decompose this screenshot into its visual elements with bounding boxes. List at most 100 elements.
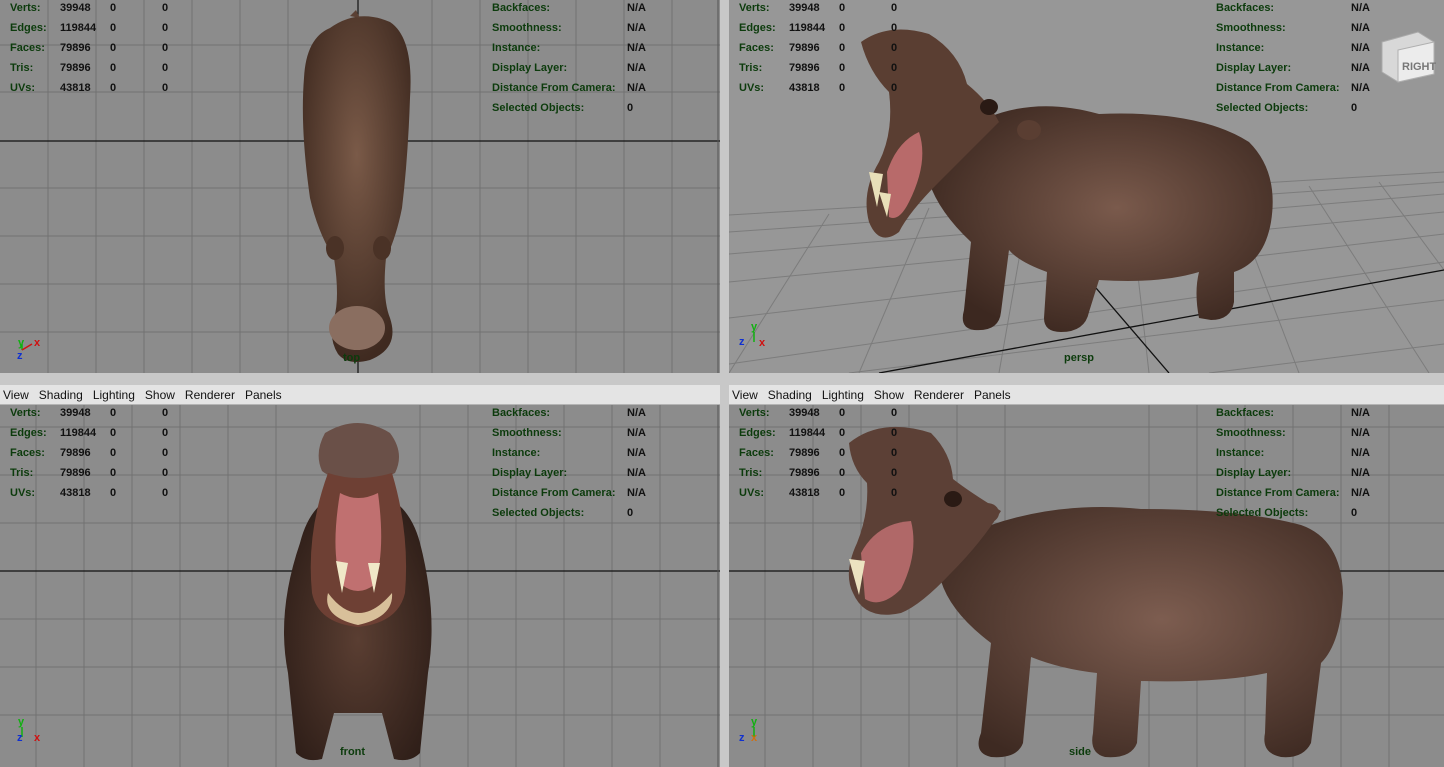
detail-value: N/A [1351,62,1370,74]
hippo-model-front[interactable] [270,413,445,767]
axis-y-label: y [751,716,758,728]
menu-panels[interactable]: Panels [245,388,282,402]
object-details-hud: Backfaces: N/A Smoothness: N/A Instance: N/… [492,407,646,527]
menu-view[interactable]: View [3,388,29,402]
detail-value: N/A [1351,487,1370,499]
detail-value: N/A [1351,447,1370,459]
viewport-pane-front[interactable]: View Shading Lighting Show Renderer Pane… [0,385,720,767]
stat-value: 0 [110,42,117,54]
menu-shading[interactable]: Shading [39,388,83,402]
stat-value: 0 [162,62,169,74]
axis-gizmo: y x z [14,330,54,370]
detail-label: Smoothness: [1216,22,1286,34]
stat-label: Faces: [739,42,774,54]
poly-count-hud: Verts: 39948 0 0 Edges: 119844 0 0 Faces: 79896… [10,407,214,507]
hippo-model-top[interactable] [290,8,425,368]
detail-value: N/A [627,82,646,94]
stat-value: 79896 [789,62,820,74]
detail-label: Backfaces: [1216,2,1275,14]
menu-show[interactable]: Show [145,388,175,402]
menu-renderer[interactable]: Renderer [185,388,235,402]
axis-gizmo: y z x [14,713,54,753]
stat-value: 0 [891,42,898,54]
detail-value: N/A [627,427,646,439]
stat-label: Verts: [739,407,770,419]
menu-view[interactable]: View [732,388,758,402]
stat-label: Faces: [739,447,774,459]
axis-x-label: x [34,337,41,349]
menu-show[interactable]: Show [874,388,904,402]
detail-label: Smoothness: [492,427,562,439]
stat-value: 0 [110,427,117,439]
stat-label: Edges: [739,427,776,439]
stat-value: 0 [839,82,846,94]
stat-value: 119844 [789,427,826,439]
stat-label: UVs: [10,82,36,94]
stat-label: Faces: [10,447,45,459]
viewport-pane-side[interactable]: View Shading Lighting Show Renderer Pane… [729,385,1444,767]
stat-value: 0 [839,407,846,419]
stat-value: 0 [162,427,169,439]
stat-value: 119844 [60,427,97,439]
stat-value: 43818 [60,82,91,94]
stat-value: 0 [110,2,117,14]
axis-x-label: x [751,732,758,744]
detail-value: N/A [1351,82,1370,94]
menu-shading[interactable]: Shading [768,388,812,402]
stat-value: 0 [891,82,898,94]
detail-value: N/A [1351,467,1370,479]
stat-value: 0 [110,62,117,74]
axis-gizmo: y z x [737,318,777,358]
poly-count-hud: Verts: 39948 0 0 Edges: 119844 0 0 Faces: 79896… [10,2,214,102]
detail-label: Display Layer: [1216,467,1292,479]
detail-value: N/A [627,2,646,14]
axis-z-label: z [739,336,745,348]
stat-value: 0 [839,427,846,439]
stat-label: Tris: [10,467,34,479]
stat-value: 0 [110,447,117,459]
stat-value: 79896 [60,62,91,74]
stat-value: 0 [839,42,846,54]
stat-value: 0 [891,62,898,74]
axis-y-label: y [18,337,25,349]
viewport-pane-persp[interactable]: Verts: 39948 0 0 Edges: 119844 0 0 Faces: 79896… [729,0,1444,373]
detail-value: 0 [627,102,634,114]
detail-label: Instance: [1216,42,1265,54]
detail-label: Instance: [1216,447,1265,459]
detail-value: N/A [1351,2,1370,14]
stat-value: 39948 [789,2,820,14]
stat-label: Edges: [10,22,47,34]
detail-value: N/A [1351,22,1370,34]
stat-value: 0 [110,467,117,479]
stat-value: 0 [162,42,169,54]
viewport-side[interactable]: Verts: 39948 0 0 Edges: 119844 0 0 Faces: 79896… [729,405,1444,767]
poly-count-hud: Verts: 39948 0 0 Edges: 119844 0 0 Faces: 79896… [739,407,943,507]
stat-value: 79896 [60,447,91,459]
viewport-front[interactable]: Verts: 39948 0 0 Edges: 119844 0 0 Faces: 79896… [0,405,720,767]
stat-value: 0 [839,467,846,479]
stat-value: 0 [839,22,846,34]
viewcube[interactable]: RIGHT [1374,28,1437,84]
detail-value: N/A [627,62,646,74]
menu-lighting[interactable]: Lighting [93,388,135,402]
menu-renderer[interactable]: Renderer [914,388,964,402]
axis-y-label: y [751,321,758,333]
axis-z-label: z [739,732,745,744]
stat-value: 39948 [60,2,91,14]
stat-value: 79896 [789,467,820,479]
viewport-persp[interactable]: Verts: 39948 0 0 Edges: 119844 0 0 Faces: 79896… [729,0,1444,373]
stat-value: 0 [891,2,898,14]
menu-lighting[interactable]: Lighting [822,388,864,402]
menu-panels[interactable]: Panels [974,388,1011,402]
viewport-top[interactable]: Verts: 39948 0 0 Edges: 119844 0 0 Faces: 79896… [0,0,720,373]
poly-count-hud: Verts: 39948 0 0 Edges: 119844 0 0 Faces: 79896… [739,2,943,102]
stat-value: 39948 [789,407,820,419]
stat-value: 0 [839,447,846,459]
stat-value: 79896 [60,467,91,479]
detail-value: 0 [627,507,634,519]
stat-label: Edges: [739,22,776,34]
stat-value: 0 [891,467,898,479]
panel-menubar: View Shading Lighting Show Renderer Pane… [0,385,720,405]
viewport-pane-top[interactable]: Verts: 39948 0 0 Edges: 119844 0 0 Faces: 79896… [0,0,720,373]
detail-label: Display Layer: [1216,62,1292,74]
